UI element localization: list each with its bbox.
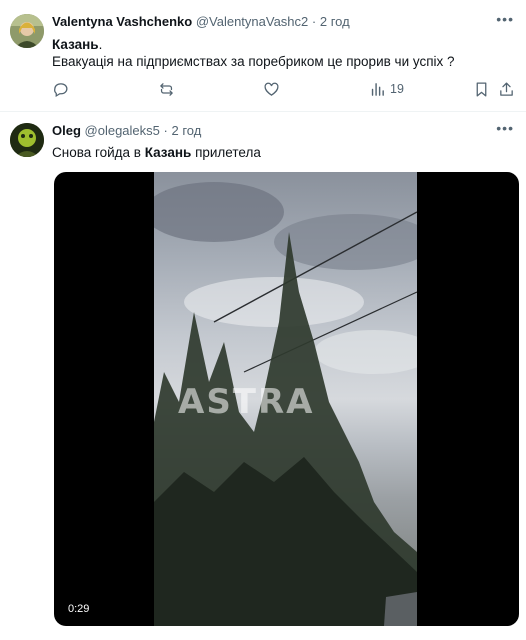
tweet-text-bold: Казань	[144, 145, 192, 160]
video-watermark: ASTRA	[178, 382, 315, 422]
avatar[interactable]	[10, 14, 44, 48]
views-count: 19	[390, 82, 404, 96]
timestamp[interactable]: 2 год	[320, 14, 350, 29]
share-button[interactable]	[498, 78, 515, 100]
reply-button[interactable]	[52, 78, 69, 100]
avatar[interactable]	[10, 123, 44, 157]
author-name[interactable]: Oleg	[52, 123, 81, 138]
more-icon[interactable]: •••	[496, 120, 514, 136]
tweet-text: Снова гойда в Казань прилетела	[52, 143, 261, 162]
more-icon[interactable]: •••	[496, 11, 514, 27]
like-button[interactable]	[263, 78, 280, 100]
share-icon	[500, 81, 513, 96]
author-handle[interactable]: @olegaleks5	[85, 123, 160, 138]
tweet-text-line-2: Евакуація на підприємствах за поребриком…	[52, 54, 455, 69]
tweet-2[interactable]: Oleg @olegaleks5 · 2 год ••• Снова гойда…	[0, 113, 526, 640]
separator: ·	[311, 14, 317, 29]
author-handle[interactable]: @ValentynaVashc2	[196, 14, 308, 29]
author-name[interactable]: Valentyna Vashchenko	[52, 14, 192, 29]
tweet-text-rest: .	[98, 37, 103, 52]
tweet-text-after: прилетела	[191, 145, 261, 160]
tweet-header: Valentyna Vashchenko @ValentynaVashc2 · …	[52, 14, 350, 29]
tweet-1[interactable]: Valentyna Vashchenko @ValentynaVashc2 · …	[0, 0, 526, 112]
retweet-icon	[160, 82, 173, 96]
timestamp[interactable]: 2 год	[171, 123, 201, 138]
views-icon	[371, 82, 384, 96]
tweet-text-bold: Казань	[52, 37, 99, 52]
reply-icon	[54, 82, 68, 97]
separator: ·	[163, 123, 168, 138]
views-button[interactable]: 19	[369, 78, 404, 100]
tweet-text-before: Снова гойда в	[52, 145, 145, 160]
video-frame[interactable]: ASTRA	[154, 172, 417, 626]
bookmark-button[interactable]	[473, 78, 490, 100]
video-player[interactable]: ASTRA 0:29	[54, 172, 519, 626]
bookmark-icon	[476, 81, 487, 97]
video-duration: 0:29	[64, 601, 94, 617]
retweet-button[interactable]	[158, 78, 175, 100]
tweet-header: Oleg @olegaleks5 · 2 год	[52, 123, 201, 138]
like-icon	[264, 82, 279, 96]
tweet-actions: 19	[52, 78, 513, 100]
